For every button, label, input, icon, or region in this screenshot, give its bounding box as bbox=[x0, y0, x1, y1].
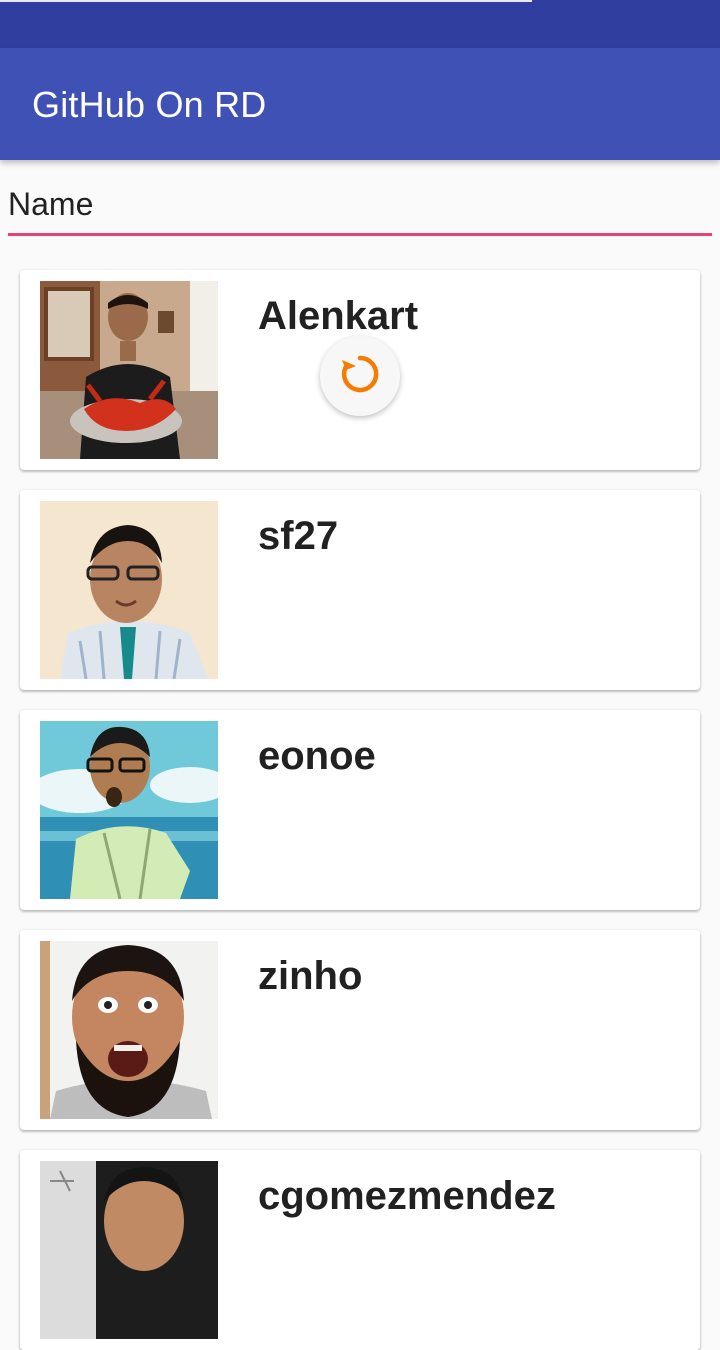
app-bar: GitHub On RD bbox=[0, 48, 720, 160]
user-card[interactable]: cgomezmendez bbox=[20, 1150, 700, 1350]
user-card[interactable]: zinho bbox=[20, 930, 700, 1130]
status-progress-line bbox=[0, 0, 532, 2]
user-login: cgomezmendez bbox=[258, 1174, 556, 1218]
user-avatar bbox=[40, 501, 218, 679]
user-login: eonoe bbox=[258, 734, 376, 778]
loading-refresh-button[interactable] bbox=[320, 336, 400, 416]
user-card[interactable]: eonoe bbox=[20, 710, 700, 910]
app-title: GitHub On RD bbox=[32, 84, 267, 125]
user-login: zinho bbox=[258, 954, 363, 998]
user-login: sf27 bbox=[258, 514, 339, 558]
user-avatar bbox=[40, 941, 218, 1119]
user-card[interactable]: sf27 bbox=[20, 490, 700, 690]
status-bar bbox=[0, 0, 720, 48]
user-avatar bbox=[40, 1161, 218, 1339]
name-search-input[interactable] bbox=[8, 184, 712, 236]
user-login: Alenkart bbox=[258, 294, 419, 338]
refresh-icon bbox=[338, 352, 382, 401]
user-avatar bbox=[40, 721, 218, 899]
user-avatar bbox=[40, 281, 218, 459]
